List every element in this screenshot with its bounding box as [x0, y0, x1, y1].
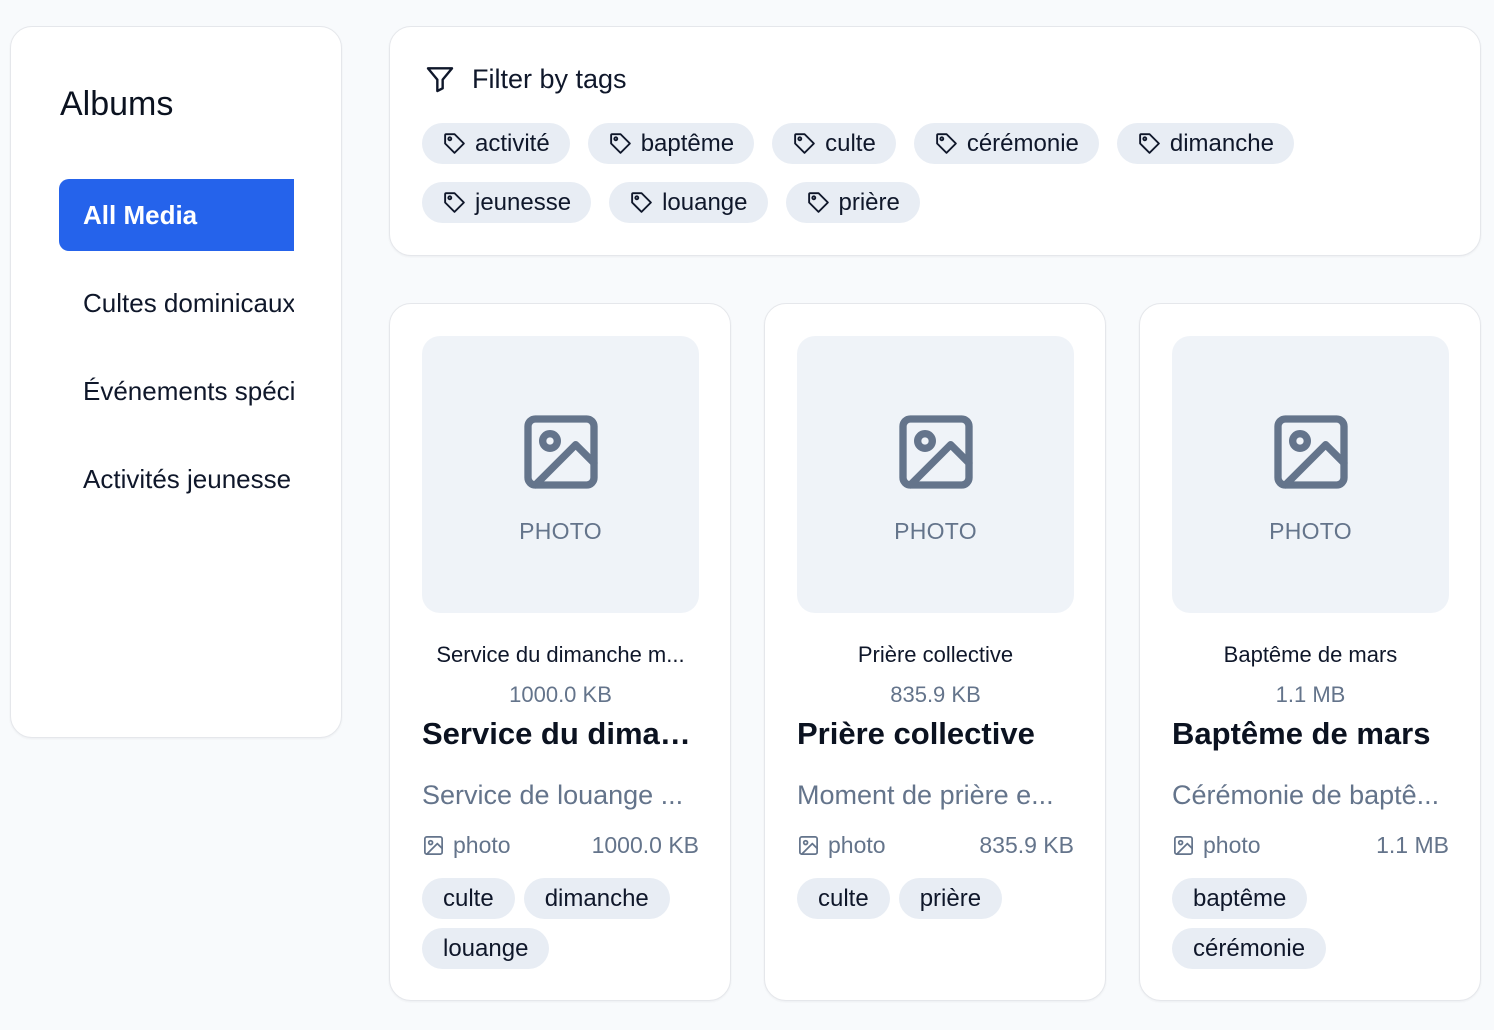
tag-icon [444, 192, 465, 213]
filter-header: Filter by tags [424, 63, 627, 95]
media-thumbnail[interactable]: PHOTO [797, 336, 1074, 613]
sidebar-title: Albums [60, 85, 174, 123]
media-type-label: photo [828, 832, 886, 858]
media-type: photo [797, 832, 886, 859]
media-tag-list: culte dimanche louange [422, 878, 712, 969]
nav-item-all-media[interactable]: All Media [59, 179, 294, 251]
media-description: Moment de prière e... [797, 780, 1054, 810]
media-size: 1000.0 KB [591, 832, 699, 858]
media-tag[interactable]: louange [422, 928, 550, 969]
tag-icon [444, 133, 465, 154]
media-card[interactable]: PHOTO Service du dimanche m... 1000.0 KB Se… [389, 303, 731, 1001]
filter-tag-label: cérémonie [966, 129, 1079, 157]
media-tag[interactable]: baptême [1172, 878, 1308, 919]
filter-tag-label: culte [825, 129, 876, 157]
filter-tag-label: activité [475, 129, 550, 157]
filter-icon [426, 67, 454, 93]
image-icon [799, 836, 818, 855]
media-size: 1.1 MB [1376, 832, 1449, 858]
media-meta: photo 1000.0 KB [422, 832, 699, 859]
media-tag[interactable]: cérémonie [1172, 928, 1327, 969]
filter-tag-chip[interactable]: jeunesse [422, 182, 592, 223]
nav-item-cultes-dominicaux[interactable]: Cultes dominicaux [59, 267, 294, 339]
filter-tag-chip[interactable]: culte [772, 123, 896, 164]
media-meta: photo 1.1 MB [1172, 832, 1449, 859]
filter-tag-label: dimanche [1169, 129, 1274, 157]
tag-filter-panel: Filter by tags activité baptême culte cérém… [389, 26, 1481, 256]
media-title: Prière collective [797, 716, 1035, 751]
media-card[interactable]: PHOTO Prière collective 835.9 KB Prière col… [764, 303, 1106, 1001]
caption-size: 1.1 MB [1275, 682, 1346, 707]
filter-title: Filter by tags [472, 63, 627, 94]
nav-item-activites-jeunesse[interactable]: Activités jeunesse [59, 443, 294, 515]
caption-size: 835.9 KB [890, 682, 981, 707]
filter-tag-label: prière [838, 188, 900, 216]
media-tag[interactable]: culte [422, 878, 515, 919]
media-description: Service de louange ... [422, 780, 684, 810]
media-tag-list: culte prière [797, 878, 1087, 919]
image-icon [524, 415, 598, 489]
thumbnail-type-label: PHOTO [519, 518, 602, 544]
media-meta: photo 835.9 KB [797, 832, 1074, 859]
media-tag[interactable]: prière [898, 878, 1003, 919]
caption-title: Prière collective [857, 642, 1014, 667]
caption-size: 1000.0 KB [509, 682, 612, 707]
media-type-label: photo [453, 832, 511, 858]
media-thumbnail[interactable]: PHOTO [1172, 336, 1449, 613]
media-type: photo [1172, 832, 1261, 859]
filter-tag-chip[interactable]: louange [609, 182, 768, 223]
media-tag-list: baptême cérémonie [1172, 878, 1462, 969]
tag-icon [936, 133, 957, 154]
nav-item-evenements-speciaux[interactable]: Événements spéciaux [59, 355, 294, 427]
media-tag[interactable]: culte [797, 878, 890, 919]
tag-icon [794, 133, 815, 154]
media-type: photo [422, 832, 511, 859]
media-card[interactable]: PHOTO Baptême de mars 1.1 MB Baptême de mar… [1139, 303, 1481, 1001]
image-icon [899, 415, 973, 489]
filter-tag-chip[interactable]: dimanche [1116, 123, 1294, 164]
media-tag[interactable]: dimanche [523, 878, 670, 919]
tag-icon [609, 133, 631, 154]
media-description: Cérémonie de baptê... [1172, 780, 1440, 810]
filter-tag-label: baptême [640, 129, 735, 157]
filter-tag-label: jeunesse [475, 188, 572, 216]
media-thumbnail[interactable]: PHOTO [422, 336, 699, 613]
tag-icon [631, 192, 652, 213]
image-icon [1174, 836, 1193, 855]
caption-title: Baptême de mars [1223, 642, 1398, 667]
media-title: Service du diman... [422, 716, 702, 751]
album-nav: All Media Cultes dominicaux Événements s… [59, 179, 294, 531]
filter-tag-chip[interactable]: baptême [587, 123, 755, 164]
media-type-label: photo [1203, 832, 1261, 858]
filter-tag-chip[interactable]: cérémonie [913, 123, 1099, 164]
albums-sidebar: Albums All Media Cultes dominicaux Événe… [10, 26, 342, 738]
image-icon [1274, 415, 1348, 489]
media-size: 835.9 KB [979, 832, 1074, 858]
tag-chip-list: activité baptême culte cérémonie dimanche jeu… [422, 123, 1382, 223]
filter-tag-label: louange [662, 188, 748, 216]
filter-tag-chip[interactable]: prière [785, 182, 920, 223]
media-title: Baptême de mars [1172, 716, 1431, 751]
thumbnail-type-label: PHOTO [894, 518, 977, 544]
tag-icon [1139, 133, 1160, 154]
filter-tag-chip[interactable]: activité [422, 123, 570, 164]
thumbnail-type-label: PHOTO [1269, 518, 1352, 544]
image-icon [424, 836, 443, 855]
caption-title: Service du dimanche m... [436, 642, 685, 667]
tag-icon [807, 192, 829, 213]
